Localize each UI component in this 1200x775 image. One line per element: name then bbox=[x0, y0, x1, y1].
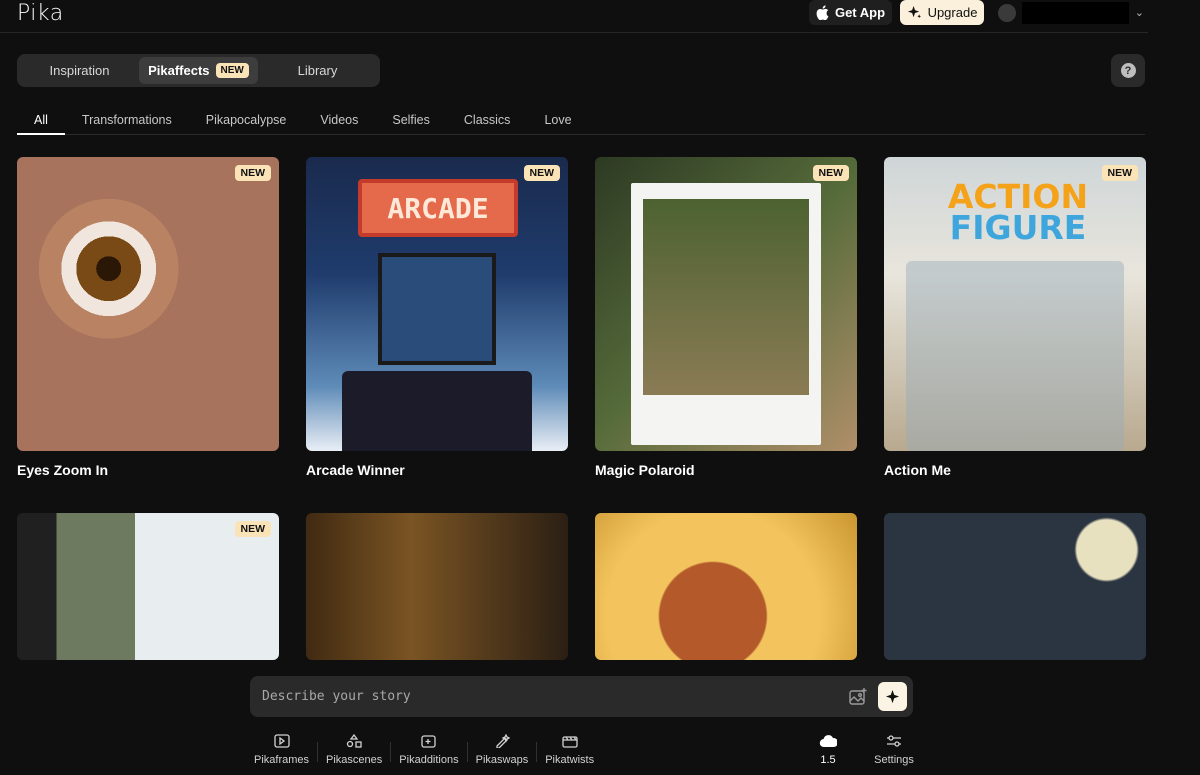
image-upload-icon[interactable] bbox=[847, 686, 869, 708]
scenes-icon bbox=[347, 734, 362, 748]
pika-logo[interactable]: Pika bbox=[17, 1, 64, 26]
arcade-sign-art: ARCADE bbox=[358, 179, 518, 237]
settings-label: Settings bbox=[874, 754, 914, 766]
upgrade-button[interactable]: Upgrade bbox=[900, 0, 984, 25]
additions-icon bbox=[421, 735, 436, 748]
account-menu[interactable]: ⌄ bbox=[996, 0, 1144, 25]
generate-button[interactable] bbox=[878, 682, 907, 711]
settings-button[interactable]: Settings bbox=[870, 730, 918, 770]
model-version-button[interactable]: 1.5 bbox=[813, 730, 843, 770]
apple-icon bbox=[816, 5, 829, 20]
category-tab-pikapocalypse[interactable]: Pikapocalypse bbox=[189, 107, 304, 135]
upgrade-label: Upgrade bbox=[927, 5, 978, 20]
story-input[interactable] bbox=[262, 676, 822, 717]
tool-label: Pikadditions bbox=[399, 754, 459, 766]
tool-label: Pikaswaps bbox=[475, 754, 529, 766]
card-title: Action Me bbox=[884, 462, 951, 478]
new-badge: NEW bbox=[234, 521, 271, 537]
tab-library[interactable]: Library bbox=[258, 57, 377, 84]
tab-label: Library bbox=[297, 63, 338, 78]
tab-inspiration[interactable]: Inspiration bbox=[20, 57, 139, 84]
main-tabs: Inspiration Pikaffects NEW Library bbox=[17, 54, 380, 87]
tool-pikaswaps[interactable]: Pikaswaps bbox=[468, 730, 537, 770]
tab-label: Pikaffects bbox=[148, 63, 210, 78]
tab-pikaffects[interactable]: Pikaffects NEW bbox=[139, 57, 258, 84]
effect-card-magic-polaroid[interactable]: NEW bbox=[595, 157, 857, 451]
model-version-label: 1.5 bbox=[820, 754, 836, 766]
card-title: Magic Polaroid bbox=[595, 462, 695, 478]
help-button[interactable]: ? bbox=[1111, 54, 1145, 87]
new-badge: NEW bbox=[234, 165, 271, 181]
tool-label: Pikaframes bbox=[254, 754, 310, 766]
cloud-icon bbox=[819, 735, 837, 748]
sparkle-icon bbox=[885, 689, 900, 704]
get-app-label: Get App bbox=[834, 5, 886, 20]
new-badge: NEW bbox=[523, 165, 560, 181]
top-bar: Pika Get App Upgrade ⌄ bbox=[0, 0, 1148, 33]
action-figure-art-text: ACTION FIGURE bbox=[918, 180, 1118, 248]
story-prompt-bar bbox=[250, 676, 913, 717]
sparkle-icon bbox=[907, 5, 921, 19]
effect-card-action-me[interactable]: ACTION FIGURE NEW bbox=[884, 157, 1146, 451]
category-tab-videos[interactable]: Videos bbox=[303, 107, 375, 135]
polaroid-photo-art bbox=[643, 199, 809, 395]
arcade-cabinet-art bbox=[342, 371, 532, 451]
twists-icon bbox=[562, 736, 578, 748]
tool-label: Pikascenes bbox=[326, 754, 383, 766]
frames-icon bbox=[273, 734, 290, 748]
category-tab-all[interactable]: All bbox=[17, 107, 65, 135]
arcade-screen-art bbox=[378, 253, 496, 365]
get-app-button[interactable]: Get App bbox=[809, 0, 892, 25]
card-title: Arcade Winner bbox=[306, 462, 405, 478]
help-icon: ? bbox=[1120, 63, 1136, 78]
effect-card-8[interactable] bbox=[884, 513, 1146, 660]
new-badge: NEW bbox=[1101, 165, 1138, 181]
tool-bar: Pikaframes Pikascenes Pikadditions Pikas… bbox=[246, 730, 602, 770]
new-badge: NEW bbox=[215, 63, 249, 78]
tool-pikatwists[interactable]: Pikatwists bbox=[537, 730, 602, 770]
category-tabs: All Transformations Pikapocalypse Videos… bbox=[17, 107, 1145, 135]
polaroid-art bbox=[631, 183, 821, 445]
effect-card-7[interactable] bbox=[595, 513, 857, 660]
tool-pikadditions[interactable]: Pikadditions bbox=[391, 730, 466, 770]
action-line-2: FIGURE bbox=[949, 208, 1087, 248]
tool-pikaframes[interactable]: Pikaframes bbox=[246, 730, 317, 770]
effect-card-arcade-winner[interactable]: ARCADE NEW bbox=[306, 157, 568, 451]
account-name-redacted bbox=[1021, 1, 1129, 24]
category-tab-love[interactable]: Love bbox=[527, 107, 588, 135]
effect-card-6[interactable] bbox=[306, 513, 568, 660]
swaps-icon bbox=[496, 734, 510, 748]
effect-card-eyes-zoom-in[interactable]: NEW bbox=[17, 157, 279, 451]
category-tab-selfies[interactable]: Selfies bbox=[375, 107, 447, 135]
sliders-icon bbox=[887, 735, 901, 747]
card-title: Eyes Zoom In bbox=[17, 462, 109, 478]
avatar bbox=[998, 3, 1016, 22]
action-blister-art bbox=[906, 261, 1124, 451]
tool-label: Pikatwists bbox=[545, 754, 595, 766]
new-badge: NEW bbox=[812, 165, 849, 181]
effect-card-5[interactable]: NEW bbox=[17, 513, 279, 660]
tool-pikascenes[interactable]: Pikascenes bbox=[318, 730, 390, 770]
chevron-down-icon: ⌄ bbox=[1134, 7, 1144, 19]
tab-label: Inspiration bbox=[49, 63, 110, 78]
category-tab-transformations[interactable]: Transformations bbox=[65, 107, 189, 135]
category-tab-classics[interactable]: Classics bbox=[447, 107, 528, 135]
